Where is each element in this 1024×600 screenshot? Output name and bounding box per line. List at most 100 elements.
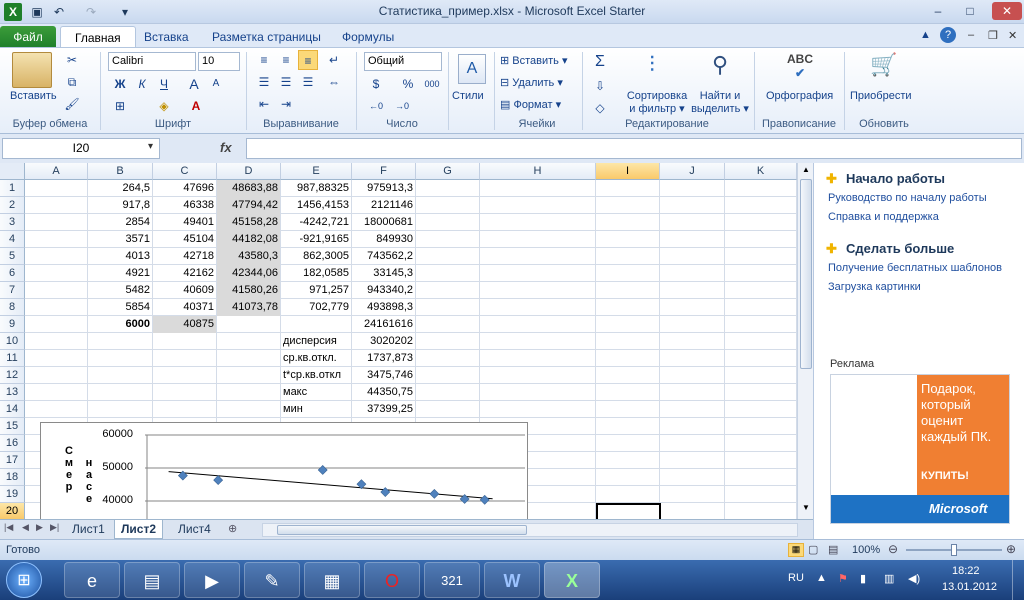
row-header[interactable]: 16 xyxy=(0,435,25,452)
cell-f8[interactable]: 493898,3 xyxy=(352,299,415,316)
cell-b7[interactable]: 5482 xyxy=(88,282,152,299)
cell-c7[interactable]: 40609 xyxy=(153,282,216,299)
ad-buy-button[interactable]: КУПИТЬ! xyxy=(921,470,969,482)
sort-filter-button[interactable]: Сортировка и фильтр ▾ xyxy=(622,90,692,115)
tray-volume-icon[interactable]: ◀) xyxy=(908,572,920,585)
scroll-down-icon[interactable]: ▼ xyxy=(800,503,812,515)
cell-f7[interactable]: 943340,2 xyxy=(352,282,415,299)
row-header[interactable]: 14 xyxy=(0,401,25,418)
cell-e10[interactable]: дисперсия xyxy=(281,333,351,350)
vertical-scrollbar[interactable]: ▲ ▼ xyxy=(797,163,813,519)
cell-e5[interactable]: 862,3005 xyxy=(281,248,351,265)
align-middle-icon[interactable]: ≡ xyxy=(276,50,296,70)
taskbar-321-icon[interactable]: 321 xyxy=(424,562,480,598)
row-header[interactable]: 19 xyxy=(0,486,25,503)
decrease-indent-icon[interactable]: ⇤ xyxy=(254,94,274,114)
cell-f13[interactable]: 44350,75 xyxy=(352,384,415,401)
row-header[interactable]: 15 xyxy=(0,418,25,435)
cell-c1[interactable]: 47696 xyxy=(153,180,216,197)
row-header[interactable]: 17 xyxy=(0,452,25,469)
paste-button[interactable]: Вставить xyxy=(10,90,57,102)
column-header-e[interactable]: E xyxy=(281,163,352,180)
row-header[interactable]: 13 xyxy=(0,384,25,401)
cell-d5[interactable]: 43580,3 xyxy=(217,248,280,265)
taskbar-ie-icon[interactable]: e xyxy=(64,562,120,598)
doc-restore-icon[interactable]: ❐ xyxy=(988,29,998,42)
data-point-marker[interactable] xyxy=(429,488,440,499)
taskbar-explorer-icon[interactable]: ▤ xyxy=(124,562,180,598)
cell-e3[interactable]: -4242,721 xyxy=(281,214,351,231)
zoom-slider-thumb[interactable] xyxy=(951,544,957,556)
cell-d7[interactable]: 41580,26 xyxy=(217,282,280,299)
scroll-thumb[interactable] xyxy=(800,179,812,369)
row-header[interactable]: 12 xyxy=(0,367,25,384)
cell-d2[interactable]: 47794,42 xyxy=(217,197,280,214)
data-point-marker[interactable] xyxy=(479,494,490,505)
cell-d4[interactable]: 44182,08 xyxy=(217,231,280,248)
name-box-dropdown-icon[interactable]: ▾ xyxy=(148,141,153,152)
sheet-tab-list1[interactable]: Лист1 xyxy=(66,520,111,539)
cell-c8[interactable]: 40371 xyxy=(153,299,216,316)
zoom-level[interactable]: 100% xyxy=(852,544,880,556)
font-name-select[interactable]: Calibri xyxy=(108,52,196,71)
align-left-icon[interactable]: ☰ xyxy=(254,72,274,92)
sheet-nav-first-icon[interactable]: |◀ xyxy=(4,522,13,533)
insert-sheet-icon[interactable]: ⊕ xyxy=(228,522,237,535)
row-header[interactable]: 20 xyxy=(0,503,25,519)
close-button[interactable]: ✕ xyxy=(992,2,1022,20)
column-header-g[interactable]: G xyxy=(416,163,480,180)
taskbar-excel-icon[interactable]: X xyxy=(544,562,600,598)
tray-expand-icon[interactable]: ▲ xyxy=(816,572,827,584)
column-header-h[interactable]: H xyxy=(480,163,596,180)
cell-f6[interactable]: 33145,3 xyxy=(352,265,415,282)
tab-page-layout[interactable]: Разметка страницы xyxy=(198,26,335,48)
row-header[interactable]: 1 xyxy=(0,180,25,197)
cell-f10[interactable]: 3020202 xyxy=(352,333,415,350)
grow-font-button[interactable]: A xyxy=(184,74,204,94)
font-color-icon[interactable]: A xyxy=(186,96,206,116)
column-header-f[interactable]: F xyxy=(352,163,416,180)
scroll-up-icon[interactable]: ▲ xyxy=(800,165,812,177)
cell-e14[interactable]: мин xyxy=(281,401,351,418)
cell-b1[interactable]: 264,5 xyxy=(88,180,152,197)
tray-device-icon[interactable]: ▮ xyxy=(860,572,866,585)
cell-e4[interactable]: -921,9165 xyxy=(281,231,351,248)
cell-f3[interactable]: 18000681 xyxy=(352,214,415,231)
cell-c6[interactable]: 42162 xyxy=(153,265,216,282)
zoom-out-icon[interactable]: ⊖ xyxy=(888,542,898,556)
fill-icon[interactable]: ⇩ xyxy=(590,76,610,96)
cell-f11[interactable]: 1737,873 xyxy=(352,350,415,367)
cell-b6[interactable]: 4921 xyxy=(88,265,152,282)
align-bottom-icon[interactable]: ≡ xyxy=(298,50,318,70)
column-header-k[interactable]: K xyxy=(725,163,797,180)
align-center-icon[interactable]: ☰ xyxy=(276,72,296,92)
formula-input[interactable] xyxy=(246,138,1022,159)
row-header[interactable]: 10 xyxy=(0,333,25,350)
increase-indent-icon[interactable]: ⇥ xyxy=(276,94,296,114)
link-clip-art[interactable]: Загрузка картинки xyxy=(828,281,921,293)
cell-d1[interactable]: 48683,88 xyxy=(217,180,280,197)
cell-e2[interactable]: 1456,4153 xyxy=(281,197,351,214)
column-header-b[interactable]: B xyxy=(88,163,153,180)
normal-view-icon[interactable]: ▦ xyxy=(788,543,804,557)
bold-button[interactable]: Ж xyxy=(110,74,130,94)
select-all-corner[interactable] xyxy=(0,163,25,180)
cell-d3[interactable]: 45158,28 xyxy=(217,214,280,231)
taskbar-calculator-icon[interactable]: ▦ xyxy=(304,562,360,598)
cell-f5[interactable]: 743562,2 xyxy=(352,248,415,265)
taskbar-paint-icon[interactable]: ✎ xyxy=(244,562,300,598)
language-indicator[interactable]: RU xyxy=(788,572,804,584)
cell-f4[interactable]: 849930 xyxy=(352,231,415,248)
sheet-tab-list2[interactable]: Лист2 xyxy=(114,520,164,539)
tray-network-icon[interactable]: ▥ xyxy=(884,572,894,585)
name-box[interactable]: I20 xyxy=(2,138,160,159)
column-header-j[interactable]: J xyxy=(660,163,725,180)
currency-icon[interactable]: $ xyxy=(366,74,386,94)
maximize-button[interactable]: □ xyxy=(958,2,982,20)
cell-e13[interactable]: макс xyxy=(281,384,351,401)
cell-f2[interactable]: 2121146 xyxy=(352,197,415,214)
taskbar-opera-icon[interactable]: O xyxy=(364,562,420,598)
align-top-icon[interactable]: ≡ xyxy=(254,50,274,70)
cell-b5[interactable]: 4013 xyxy=(88,248,152,265)
cell-f12[interactable]: 3475,746 xyxy=(352,367,415,384)
